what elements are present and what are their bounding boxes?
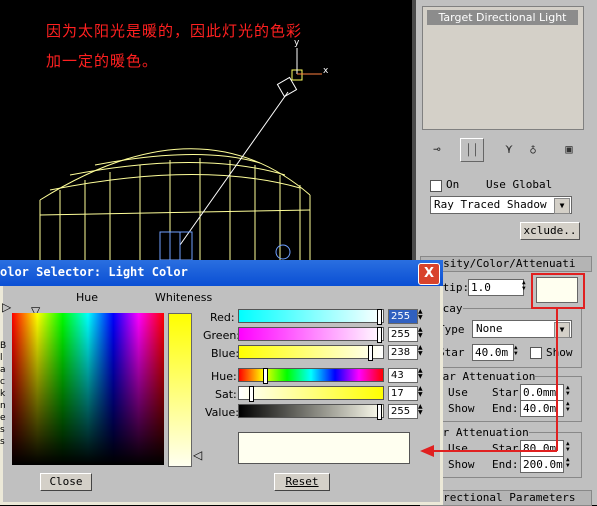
shadow-on-label: On [446, 178, 460, 191]
value-slider-knob[interactable] [377, 404, 382, 420]
whiteness-pointer-icon[interactable]: ◁ [193, 448, 202, 462]
far-end-field[interactable]: 200.0m [520, 456, 564, 473]
decay-type-value: None [476, 322, 503, 335]
green-label: Green: [203, 329, 241, 342]
hue-value-label: Hue: [211, 370, 237, 383]
far-start-spinner[interactable]: ▲ ▼ [566, 441, 574, 454]
far-use-label: Use [448, 442, 468, 455]
selected-object-name[interactable]: Target Directional Light [427, 10, 578, 25]
near-start-spinner[interactable]: ▲ ▼ [566, 385, 574, 398]
blue-slider-knob[interactable] [368, 345, 373, 361]
axis-x-label: x [323, 66, 329, 76]
sat-slider[interactable] [238, 386, 384, 402]
use-global-label: Use Global [486, 178, 553, 191]
green-spinner[interactable]: ▲ ▼ [418, 327, 426, 340]
near-attenuation-label: ear Attenuation [436, 370, 536, 383]
command-panel: Target Directional Light ⊸ ⏐⏐ ⋎ ♁ ▣ On U… [416, 0, 597, 506]
near-end-label: End: [492, 402, 519, 415]
panel-toolbar: ⊸ ⏐⏐ ⋎ ♁ ▣ [416, 134, 597, 164]
blue-label: Blue: [211, 347, 240, 360]
far-start-field[interactable]: 80.0m [520, 440, 564, 457]
pin-stack-icon[interactable]: ⊸ [426, 138, 448, 160]
hue-pointer-icon[interactable]: ▷ [2, 300, 11, 314]
sat-field[interactable]: 17 [388, 386, 418, 401]
light-color-swatch[interactable] [536, 277, 578, 303]
near-show-label: Show [448, 402, 475, 415]
close-icon[interactable]: X [418, 263, 440, 285]
hue-slider-knob[interactable] [263, 368, 268, 384]
decay-show-checkbox[interactable] [530, 347, 542, 359]
whiteness-label: Whiteness [155, 291, 213, 304]
dialog-title: olor Selector: Light Color [0, 265, 188, 279]
hue-slider[interactable] [238, 368, 384, 384]
blue-field[interactable]: 238 [388, 345, 418, 360]
hue-label: Hue [76, 291, 99, 304]
chevron-down-icon: ▼ [554, 198, 570, 214]
hue-field[interactable]: 43 [388, 368, 418, 383]
near-start-field[interactable]: 0.0mm [520, 384, 564, 401]
sat-label: Sat: [215, 388, 237, 401]
red-field[interactable]: 255 [388, 309, 418, 324]
decay-start-field[interactable]: 40.0m [472, 344, 514, 361]
remove-modifier-icon[interactable]: ♁ [522, 138, 544, 160]
value-label: Value: [205, 406, 239, 419]
value-slider[interactable] [238, 404, 384, 420]
hue-saturation-box[interactable] [12, 313, 164, 465]
close-button[interactable]: Close [40, 473, 92, 491]
near-use-label: Use [448, 386, 468, 399]
red-label: Red: [210, 311, 235, 324]
directional-parameters-header[interactable]: irectional Parameters [420, 490, 592, 506]
green-slider-knob[interactable] [377, 327, 382, 343]
red-slider[interactable] [238, 309, 384, 325]
blue-spinner[interactable]: ▲ ▼ [418, 345, 426, 358]
intensity-rollout-header[interactable]: nsity/Color/Attenuati [420, 256, 592, 272]
sat-slider-knob[interactable] [249, 386, 254, 402]
selection-list[interactable]: Target Directional Light [422, 6, 584, 130]
red-spinner[interactable]: ▲ ▼ [418, 309, 426, 322]
blackness-letters: Blackness [0, 341, 7, 447]
far-start-label: Star [492, 442, 519, 455]
green-field[interactable]: 255 [388, 327, 418, 342]
far-end-label: End: [492, 458, 519, 471]
reset-button[interactable]: Reset [274, 473, 330, 491]
annotation-line-2: 加一定的暖色。 [46, 52, 159, 70]
sat-spinner[interactable]: ▲ ▼ [418, 386, 426, 399]
near-end-field[interactable]: 40.0m [520, 400, 564, 417]
blackness-vertical-label: Blackness [0, 340, 6, 448]
near-start-label: Star [492, 386, 519, 399]
show-end-result-icon[interactable]: ⏐⏐ [460, 138, 484, 162]
far-end-spinner[interactable]: ▲ ▼ [566, 457, 574, 470]
far-attenuation-label: ar Attenuation [436, 426, 529, 439]
shadow-on-checkbox[interactable] [430, 180, 442, 192]
multiplier-field[interactable]: 1.0 [468, 279, 524, 296]
dialog-title-bar[interactable]: olor Selector: Light Color X [0, 260, 443, 286]
far-show-label: Show [448, 458, 475, 471]
near-end-spinner[interactable]: ▲ ▼ [566, 401, 574, 414]
decay-start-spinner[interactable]: ▲ ▼ [514, 345, 522, 358]
value-field[interactable]: 255 [388, 404, 418, 419]
decay-show-label: Show [546, 346, 573, 359]
hue-spinner[interactable]: ▲ ▼ [418, 368, 426, 381]
green-slider[interactable] [238, 327, 384, 343]
blue-slider[interactable] [238, 345, 384, 361]
make-unique-icon[interactable]: ⋎ [498, 138, 520, 160]
configure-modifier-sets-icon[interactable]: ▣ [558, 138, 580, 160]
exclude-button[interactable]: xclude.. [520, 222, 580, 240]
color-preview [238, 432, 410, 464]
annotation-line-1: 因为太阳光是暖的，因此灯光的色彩 [46, 22, 303, 40]
chevron-down-icon: ▼ [554, 322, 570, 338]
shadow-type-dropdown[interactable]: Ray Traced Shadow ▼ [430, 196, 572, 214]
shadow-type-value: Ray Traced Shadow [434, 198, 547, 211]
red-slider-knob[interactable] [377, 309, 382, 325]
decay-type-dropdown[interactable]: None ▼ [472, 320, 572, 338]
value-spinner[interactable]: ▲ ▼ [418, 404, 426, 417]
whiteness-bar[interactable] [168, 313, 192, 467]
multiplier-spinner[interactable]: ▲ ▼ [522, 280, 530, 293]
